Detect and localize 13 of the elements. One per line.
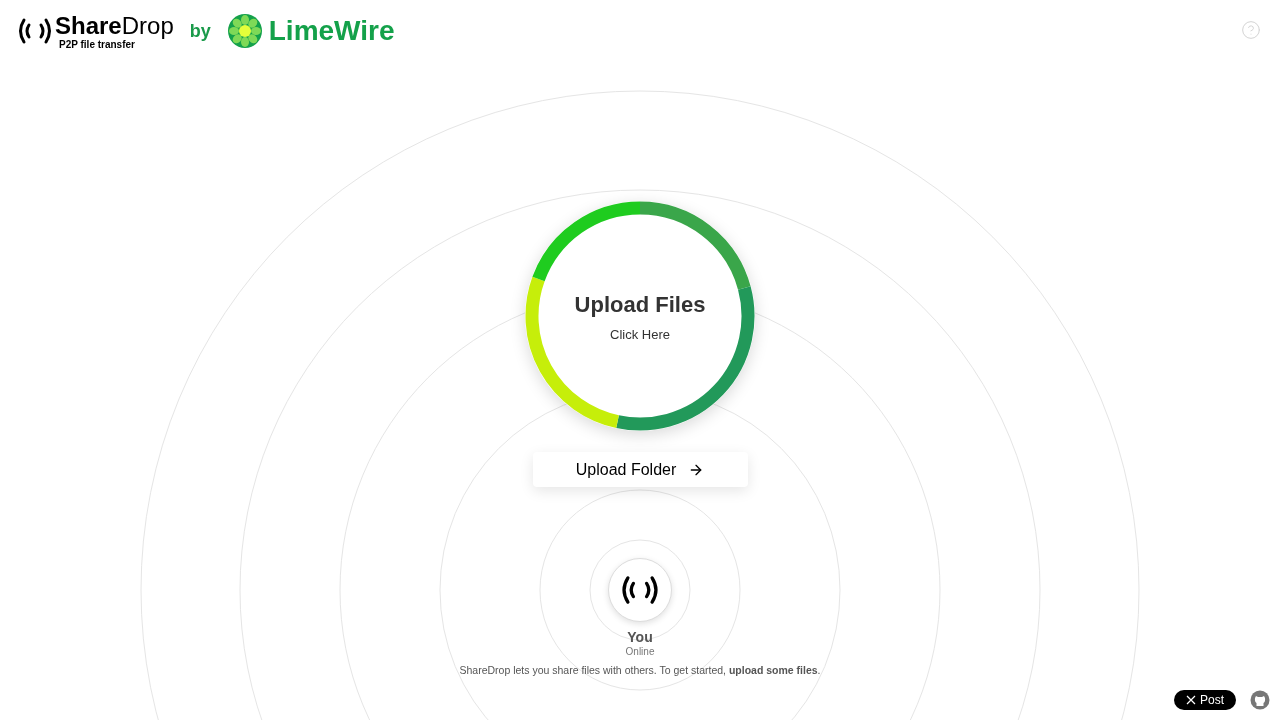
by-label: by: [189, 19, 211, 43]
upload-files-button[interactable]: Upload Files Click Here: [525, 201, 755, 431]
post-button[interactable]: Post: [1174, 690, 1236, 710]
github-icon[interactable]: [1250, 690, 1270, 710]
upload-folder-button[interactable]: Upload Folder: [532, 452, 748, 487]
user-status: Online: [625, 645, 655, 659]
brand-tagline: P2P file transfer: [59, 40, 135, 50]
x-logo-icon: [1186, 695, 1196, 705]
lime-flower-icon: [226, 13, 263, 49]
info-text: ShareDrop lets you share files with others. To get started, upload some files.: [459, 663, 821, 677]
user-name: You: [627, 629, 653, 645]
brand-name: ShareDrop: [55, 12, 174, 40]
partner-name: LimeWire: [268, 14, 395, 48]
